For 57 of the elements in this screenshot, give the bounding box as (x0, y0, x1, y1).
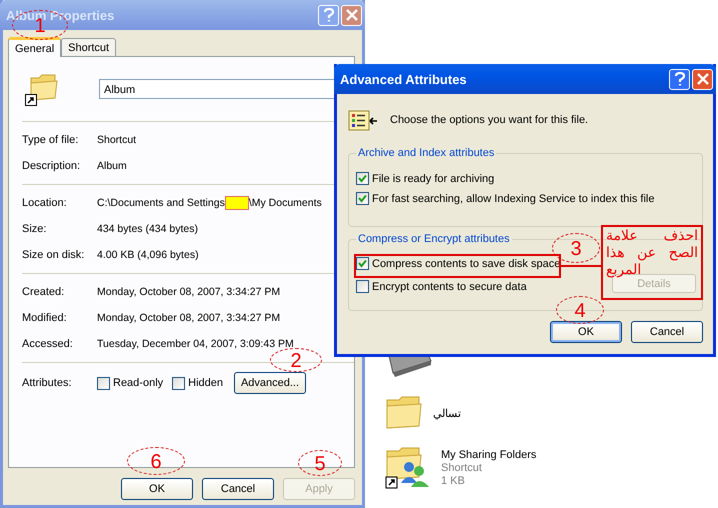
checkbox[interactable] (172, 376, 186, 390)
tab[interactable]: Shortcut (61, 38, 116, 56)
property-value: \My Documents (248, 197, 322, 209)
step-number-circle: 6 (127, 447, 185, 475)
group-title: Compress or Encrypt attributes (357, 233, 511, 245)
group-title: Archive and Index attributes (357, 147, 496, 159)
help-icon (322, 8, 334, 22)
file-name: My Sharing Folders (441, 449, 536, 462)
checkbox[interactable] (97, 376, 110, 390)
property-value: Tuesday, December 04, 2007, 3:09:43 PM (97, 338, 294, 350)
property-label: Description: (22, 160, 82, 172)
property-label: Size on disk: (22, 249, 86, 261)
property-value: Shortcut (97, 134, 136, 146)
step-number-circle: 4 (556, 296, 604, 324)
checkbox-label: Encrypt contents to secure data (372, 280, 527, 292)
window-title: Advanced Attributes (340, 72, 467, 86)
property-label: Type of file: (22, 134, 80, 146)
advanced-button[interactable]: Advanced... (234, 372, 306, 394)
instruction-text: Choose the options you want for this file. (390, 114, 588, 126)
checkbox[interactable] (356, 192, 369, 205)
property-value: C:\Documents and Settings (97, 197, 225, 209)
help-icon (674, 72, 686, 86)
name-field[interactable]: Album (99, 79, 337, 99)
help-button[interactable] (669, 68, 690, 90)
dialog-button[interactable]: Cancel (202, 478, 274, 500)
checkbox[interactable] (356, 257, 369, 270)
checkbox-label: File is ready for archiving (372, 172, 494, 184)
checkbox[interactable] (356, 280, 369, 293)
file-name: تسالي (433, 408, 461, 420)
property-value: 434 bytes (434 bytes) (97, 223, 198, 235)
property-label: Location: (22, 197, 68, 209)
close-icon (346, 9, 358, 21)
tab[interactable]: General (8, 37, 62, 57)
property-label: Size: (22, 223, 48, 235)
close-icon (696, 73, 708, 85)
property-value: Album (97, 160, 127, 172)
folder-shortcut-icon (25, 72, 59, 106)
property-value: Monday, October 08, 2007, 3:34:27 PM (97, 312, 280, 324)
step-number-circle: 5 (298, 450, 342, 476)
property-value: Monday, October 08, 2007, 3:34:27 PM (97, 286, 280, 298)
property-value: 4.00 KB (4,096 bytes) (97, 249, 199, 261)
checkbox-label: Hidden (188, 377, 223, 389)
property-label: Accessed: (22, 338, 74, 350)
checkbox-label: Read-only (113, 377, 164, 389)
step-number-circle: 2 (270, 348, 322, 372)
attributes-list-icon (348, 108, 378, 132)
dialog-button[interactable]: OK (121, 478, 193, 500)
property-label: Attributes: (22, 377, 73, 389)
property-label: Created: (22, 286, 66, 298)
dialog-button[interactable]: Cancel (631, 321, 703, 343)
file-type: Shortcut (441, 462, 483, 475)
checkbox-label: For fast searching, allow Indexing Service to index this file (372, 192, 654, 204)
dialog-button[interactable]: OK (550, 321, 622, 343)
checkbox[interactable] (356, 172, 369, 185)
close-button[interactable] (692, 68, 713, 90)
file-size: 1 KB (441, 475, 466, 488)
property-label: Modified: (22, 312, 68, 324)
